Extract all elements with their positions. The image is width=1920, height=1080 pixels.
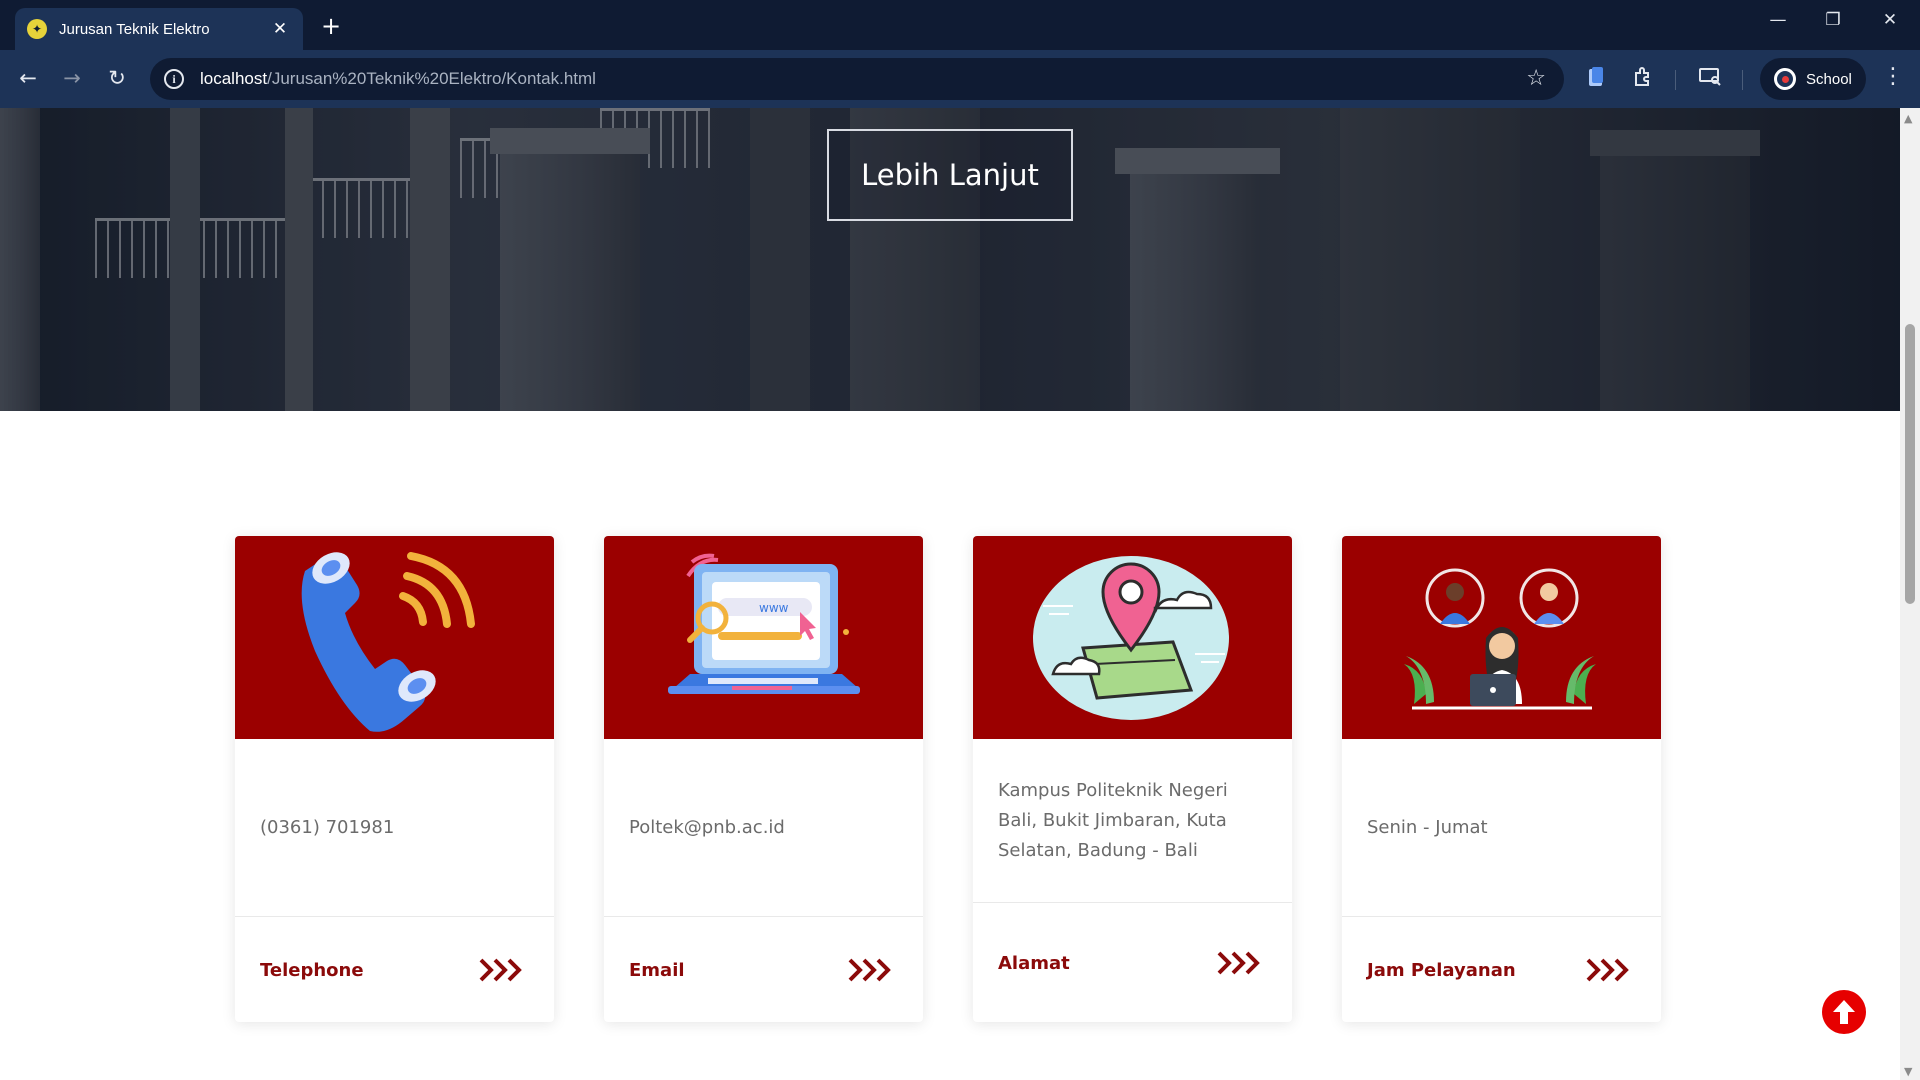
svg-text:www: www	[759, 601, 789, 615]
toolbar-divider	[1675, 70, 1676, 90]
laptop-web-icon: www	[668, 553, 860, 694]
page-viewport: Lebih Lanjut (0361) 701981 Telephone www…	[0, 108, 1900, 1080]
address-url[interactable]: localhost/Jurusan%20Teknik%20Elektro/Kon…	[200, 69, 596, 89]
clipboard-icon[interactable]	[1581, 66, 1611, 93]
card-body: Poltek@pnb.ac.id	[604, 739, 923, 917]
new-tab-button[interactable]: +	[318, 12, 344, 40]
toolbar-divider	[1742, 70, 1743, 90]
triple-chevron-icon[interactable]	[478, 956, 524, 984]
learn-more-button[interactable]: Lebih Lanjut	[827, 129, 1073, 221]
browser-tab-strip: ✦ Jurusan Teknik Elektro ✕ + — ❐ ✕	[0, 0, 1920, 50]
phone-icon	[301, 552, 475, 732]
restore-window-button[interactable]: ❐	[1813, 10, 1853, 30]
contact-card-service-hours: Senin - Jumat Jam Pelayanan	[1342, 536, 1661, 1022]
triple-chevron-icon[interactable]	[1216, 949, 1262, 977]
url-host: localhost	[200, 69, 268, 88]
card-label: Alamat	[998, 952, 1070, 974]
card-footer[interactable]: Telephone	[235, 918, 554, 1022]
bookmark-star-icon[interactable]: ☆	[1526, 66, 1546, 91]
card-body: Senin - Jumat	[1342, 739, 1661, 917]
scroll-down-arrow-icon[interactable]: ▼	[1904, 1065, 1912, 1078]
tab-close-icon[interactable]: ✕	[269, 19, 291, 39]
card-value: Kampus Politeknik Negeri Bali, Bukit Jim…	[998, 779, 1228, 861]
hero-banner: Lebih Lanjut	[0, 108, 1900, 411]
minimize-window-button[interactable]: —	[1758, 10, 1798, 30]
profile-button[interactable]: School	[1760, 58, 1866, 100]
triple-chevron-icon[interactable]	[847, 956, 893, 984]
browser-toolbar: ← → ↻ i localhost/Jurusan%20Teknik%20Ele…	[0, 50, 1920, 108]
card-label: Email	[629, 959, 685, 981]
card-value: (0361) 701981	[260, 816, 395, 838]
card-value: Senin - Jumat	[1367, 816, 1488, 838]
triple-chevron-icon[interactable]	[1585, 956, 1631, 984]
scroll-up-arrow-icon[interactable]: ▲	[1904, 112, 1912, 125]
back-to-top-button[interactable]	[1822, 990, 1866, 1034]
url-path: /Jurusan%20Teknik%20Elektro/Kontak.html	[267, 69, 596, 88]
contact-card-address: Kampus Politeknik Negeri Bali, Bukit Jim…	[973, 536, 1292, 1022]
card-footer[interactable]: Email	[604, 918, 923, 1022]
card-header	[1342, 536, 1661, 739]
close-window-button[interactable]: ✕	[1870, 10, 1910, 30]
info-icon[interactable]: i	[164, 69, 184, 89]
card-label: Jam Pelayanan	[1367, 959, 1516, 981]
card-label: Telephone	[260, 959, 364, 981]
card-value: Poltek@pnb.ac.id	[629, 816, 785, 838]
card-footer[interactable]: Jam Pelayanan	[1342, 918, 1661, 1022]
cast-icon[interactable]	[1695, 66, 1725, 91]
menu-icon[interactable]: ⋮	[1880, 64, 1906, 89]
browser-tab-active[interactable]: ✦ Jurusan Teknik Elektro ✕	[15, 8, 303, 50]
profile-avatar-icon	[1774, 68, 1796, 90]
page-scrollbar[interactable]: ▲ ▼	[1900, 108, 1920, 1080]
address-bar[interactable]: i localhost/Jurusan%20Teknik%20Elektro/K…	[150, 58, 1564, 100]
favicon-icon: ✦	[27, 19, 47, 39]
reload-button[interactable]: ↻	[103, 66, 131, 90]
card-header	[973, 536, 1292, 739]
card-body: Kampus Politeknik Negeri Bali, Bukit Jim…	[973, 739, 1292, 903]
card-header	[235, 536, 554, 739]
back-button[interactable]: ←	[14, 66, 42, 90]
tab-title: Jurusan Teknik Elektro	[59, 20, 210, 38]
extensions-icon[interactable]	[1628, 66, 1658, 93]
scrollbar-thumb[interactable]	[1905, 324, 1915, 604]
customer-service-icon	[1404, 568, 1596, 710]
card-header: www	[604, 536, 923, 739]
profile-name: School	[1806, 70, 1852, 88]
map-pin-icon	[1033, 556, 1229, 720]
contact-card-email: www Poltek@pnb.ac.id Email	[604, 536, 923, 1022]
forward-button[interactable]: →	[58, 66, 86, 90]
card-body: (0361) 701981	[235, 739, 554, 917]
contact-card-telephone: (0361) 701981 Telephone	[235, 536, 554, 1022]
card-footer[interactable]: Alamat	[973, 904, 1292, 1022]
arrow-up-icon	[1833, 1000, 1855, 1024]
